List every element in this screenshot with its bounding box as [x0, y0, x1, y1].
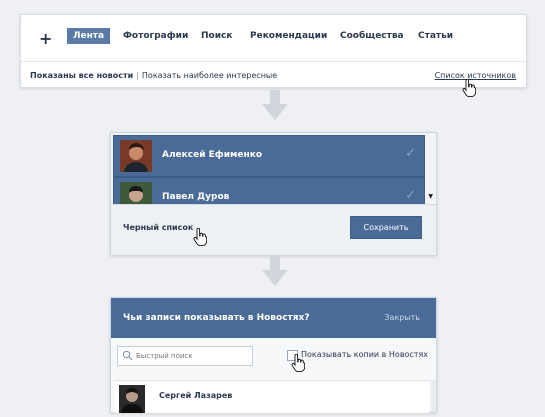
user-name: Павел Дуров [162, 192, 230, 202]
filter-separator: | [136, 71, 139, 80]
avatar [119, 385, 145, 413]
news-filter: Показаны все новости | Показать наиболее и… [30, 71, 277, 80]
black-list-link[interactable]: Черный список [123, 223, 193, 232]
scrollbar[interactable] [431, 380, 436, 412]
search-icon [122, 350, 133, 361]
tab-bar: + Лента Фотографии Поиск Рекомендации Со… [21, 15, 526, 62]
plus-icon[interactable]: + [39, 29, 52, 48]
tab-feed[interactable]: Лента [67, 28, 111, 44]
down-arrow-icon [262, 90, 288, 126]
show-copies-label[interactable]: Показывать копии в Новостях [301, 350, 428, 359]
list-item[interactable]: Алексей Ефименко ✓ [113, 135, 425, 177]
list-item[interactable]: Сергей Лазарев [115, 380, 429, 413]
hand-cursor-icon [291, 354, 305, 372]
tab-articles[interactable]: Статьи [418, 31, 453, 41]
quick-search[interactable] [117, 346, 253, 366]
scroll-down-icon[interactable]: ▼ [428, 193, 433, 200]
save-button[interactable]: Сохранить [350, 216, 422, 239]
news-sources-dialog: Чьи записи показывать в Новостях? Закрыт… [110, 297, 437, 413]
tab-recommendations[interactable]: Рекомендации [250, 31, 327, 41]
filter-interesting-link[interactable]: Показать наиболее интересные [142, 71, 277, 80]
user-name: Сергей Лазарев [159, 391, 233, 400]
sources-list-panel: Алексей Ефименко ✓ Павел Дуров ✓ ▼ Черны… [110, 132, 437, 256]
filter-all-news: Показаны все новости [30, 71, 134, 80]
dialog-close-link[interactable]: Закрыть [384, 313, 420, 322]
search-input[interactable] [136, 347, 246, 365]
avatar [120, 140, 152, 172]
hand-cursor-icon [193, 228, 207, 246]
tab-photos[interactable]: Фотографии [123, 31, 188, 41]
down-arrow-icon [262, 256, 288, 292]
check-icon[interactable]: ✓ [405, 146, 416, 161]
dialog-title: Чьи записи показывать в Новостях? [123, 313, 310, 323]
check-icon[interactable]: ✓ [405, 188, 416, 203]
tab-search[interactable]: Поиск [201, 31, 232, 41]
list-footer: Черный список Сохранить [111, 204, 436, 255]
tab-communities[interactable]: Сообщества [340, 31, 404, 41]
hand-cursor-icon [462, 79, 476, 97]
user-name: Алексей Ефименко [162, 150, 263, 160]
news-tabs-panel: + Лента Фотографии Поиск Рекомендации Со… [20, 14, 527, 88]
dialog-header: Чьи записи показывать в Новостях? Закрыт… [111, 298, 436, 338]
